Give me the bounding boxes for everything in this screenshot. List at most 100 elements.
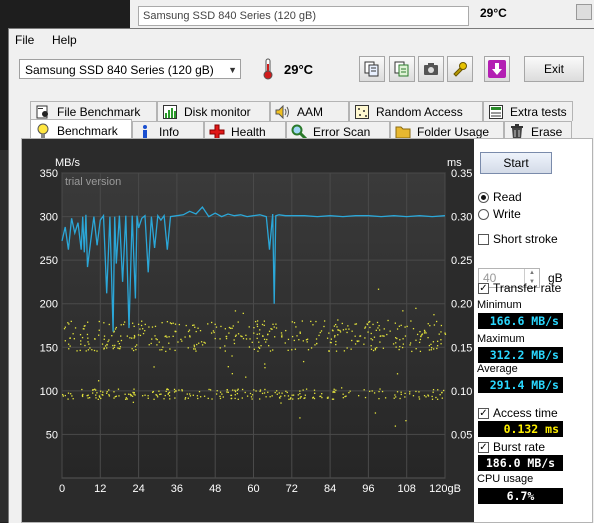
access-time-point	[103, 335, 106, 337]
access-time-point	[370, 332, 372, 335]
right-tick-label: 0.20	[451, 299, 472, 311]
access-time-point	[297, 394, 299, 396]
tab-file-benchmark[interactable]: File Benchmark	[30, 101, 157, 121]
access-time-point	[260, 345, 262, 347]
cpu-usage-value: 6.7%	[478, 488, 563, 504]
access-time-point	[395, 342, 397, 344]
access-time-point	[103, 322, 105, 324]
toolbar: Samsung SSD 840 Series (120 gB) ▼ 29°C E…	[9, 53, 594, 89]
access-time-point	[387, 319, 389, 322]
access-time-point	[103, 338, 105, 340]
access-time-point	[300, 396, 302, 398]
tab-extra-tests[interactable]: Extra tests	[483, 101, 573, 121]
access-time-point	[400, 391, 402, 393]
options-icon	[453, 62, 467, 77]
access-time-point	[271, 395, 273, 397]
access-time-point	[142, 332, 145, 335]
access-time-point	[318, 334, 320, 337]
access-time-point	[156, 394, 158, 397]
start-button[interactable]: Start	[480, 152, 552, 174]
access-time-point	[184, 397, 187, 399]
access-time-point	[224, 345, 226, 347]
access-time-point	[333, 388, 335, 390]
access-time-point	[96, 392, 98, 394]
access-time-point	[427, 336, 429, 339]
access-time-point	[259, 389, 262, 391]
right-tick-label: 0.30	[451, 212, 472, 224]
tab-random-access[interactable]: Random Access	[349, 101, 483, 121]
access-time-point	[120, 335, 122, 337]
access-time-point	[345, 328, 347, 330]
access-time-point	[158, 390, 160, 392]
screenshot-button[interactable]	[418, 56, 444, 82]
save-download-button[interactable]	[484, 56, 510, 82]
access-time-point	[134, 336, 136, 338]
menu-help[interactable]: Help	[52, 33, 77, 47]
access-time-point	[97, 380, 100, 382]
access-time-point	[120, 324, 122, 326]
access-time-point	[354, 323, 356, 325]
checkbox-box: ✓	[478, 282, 489, 294]
tab-aam[interactable]: AAM	[270, 101, 349, 121]
access-time-point	[91, 349, 93, 351]
read-radio[interactable]: Read	[478, 190, 522, 204]
access-time-point	[114, 328, 117, 330]
access-time-point	[233, 339, 235, 341]
access-time-point	[219, 397, 222, 400]
tab-disk-monitor[interactable]: Disk monitor	[157, 101, 270, 121]
access-time-point	[435, 320, 438, 323]
access-time-point	[263, 338, 266, 340]
access-time-point	[131, 337, 133, 339]
access-time-point	[264, 363, 266, 365]
tab-row-top: File Benchmark Disk monitor AAM Random A…	[30, 101, 573, 121]
drive-select[interactable]: Samsung SSD 840 Series (120 gB) ▼	[19, 59, 241, 79]
access-time-checkbox[interactable]: ✓ Access time	[478, 406, 558, 420]
access-time-point	[237, 388, 239, 390]
access-time-point	[384, 397, 387, 399]
access-time-point	[154, 325, 157, 328]
access-time-point	[399, 345, 401, 348]
access-time-point	[409, 342, 412, 344]
access-time-point	[87, 394, 89, 396]
access-time-point	[299, 332, 301, 334]
access-time-point	[418, 391, 420, 393]
access-time-point	[126, 398, 128, 400]
transfer-rate-checkbox[interactable]: ✓ Transfer rate	[478, 281, 561, 295]
access-time-point	[151, 338, 153, 340]
access-time-point	[255, 390, 257, 392]
access-time-point	[198, 342, 200, 344]
short-stroke-label: Short stroke	[493, 232, 558, 246]
access-time-point	[269, 396, 271, 398]
access-time-point	[166, 336, 168, 338]
access-time-point	[337, 319, 339, 321]
access-time-point	[345, 395, 347, 397]
access-time-point	[354, 343, 357, 345]
access-time-point	[248, 346, 251, 348]
copy-text-button[interactable]	[389, 56, 415, 82]
options-button[interactable]	[447, 56, 473, 82]
access-time-point	[72, 398, 74, 400]
access-time-point	[177, 341, 179, 343]
access-time-point	[208, 388, 210, 391]
access-time-point	[436, 398, 439, 400]
access-time-point	[203, 395, 206, 397]
exit-button[interactable]: Exit	[524, 56, 584, 82]
access-time-point	[212, 330, 215, 332]
access-time-point	[266, 338, 268, 341]
access-time-point	[233, 342, 236, 345]
access-time-point	[436, 340, 439, 342]
access-time-point	[196, 343, 198, 346]
access-time-point	[134, 394, 136, 396]
write-radio[interactable]: Write	[478, 207, 521, 221]
access-time-point	[409, 393, 411, 395]
access-time-point	[440, 343, 442, 345]
menu-file[interactable]: File	[15, 33, 34, 47]
copy-info-button[interactable]	[359, 56, 385, 82]
short-stroke-checkbox[interactable]: Short stroke	[478, 232, 558, 246]
left-tick-label: 200	[40, 299, 58, 311]
access-time-point	[376, 321, 379, 324]
burst-rate-checkbox[interactable]: ✓ Burst rate	[478, 440, 545, 454]
access-time-point	[433, 324, 436, 326]
access-time-point	[335, 340, 337, 343]
minimum-label: Minimum	[477, 299, 522, 311]
